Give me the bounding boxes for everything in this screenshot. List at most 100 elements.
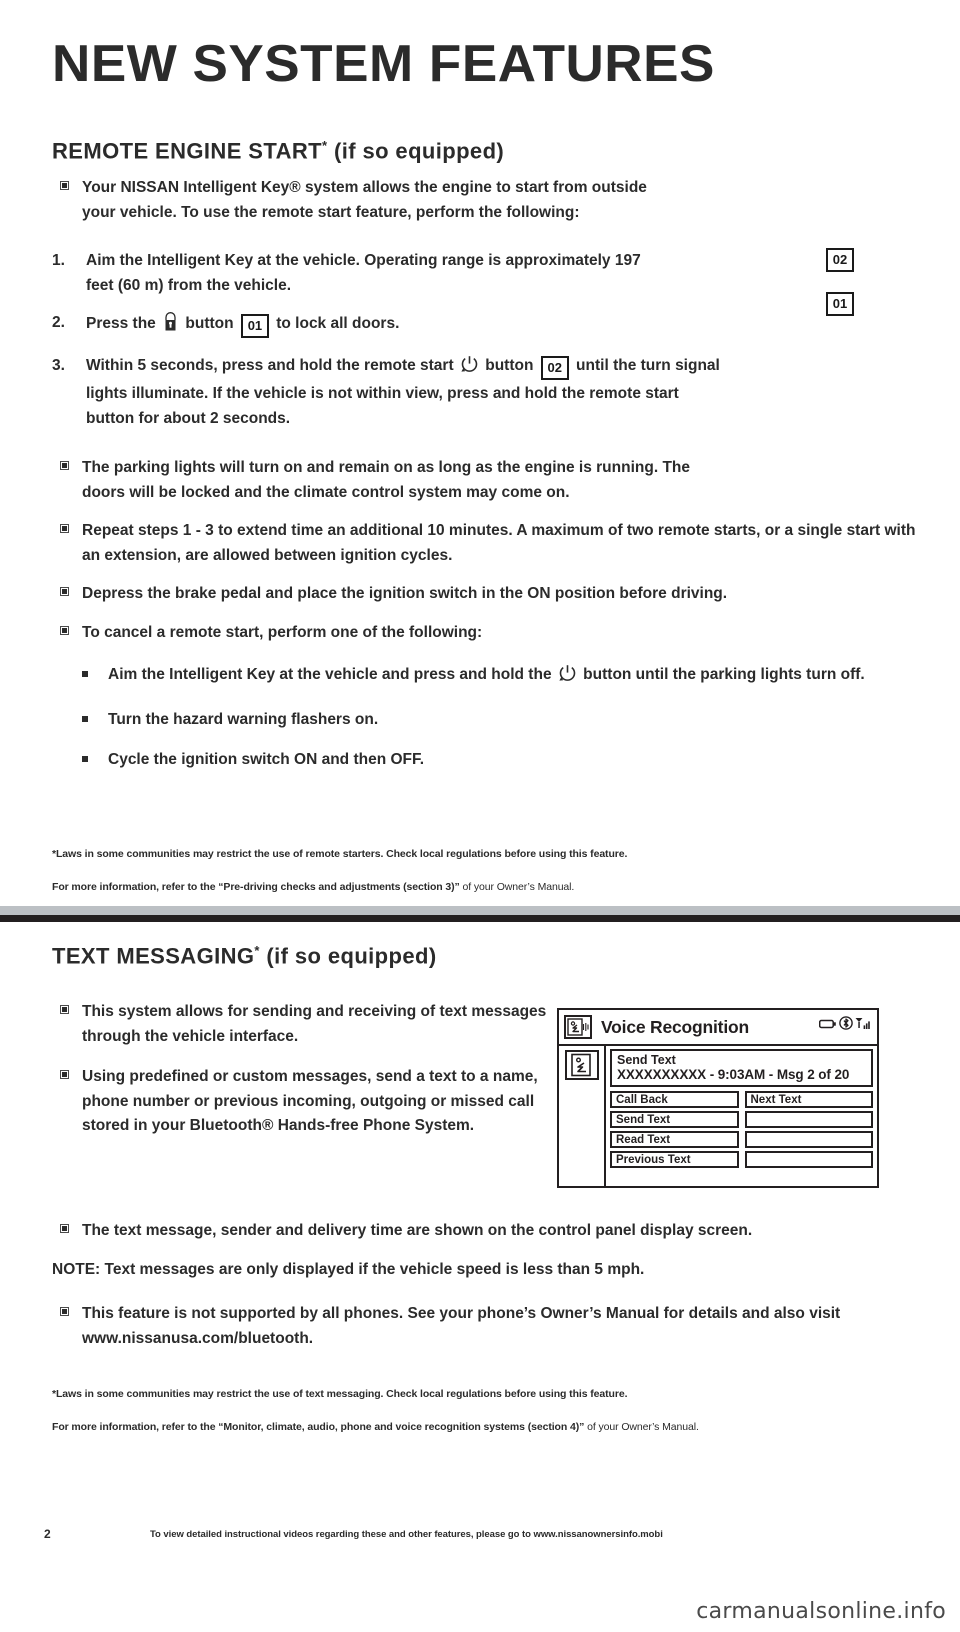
bullet-intro: Your NISSAN Intelligent Key® system allo… bbox=[52, 176, 672, 225]
bluetooth-url: www.nissanusa.com/bluetooth. bbox=[82, 1329, 314, 1347]
footnote-suffix: of your Owner’s Manual. bbox=[584, 1421, 699, 1433]
section2-footnote-more-info: For more information, refer to the “Moni… bbox=[52, 1419, 842, 1435]
section1-heading-text: REMOTE ENGINE START bbox=[52, 138, 322, 164]
bullet-text: To cancel a remote start, perform one of… bbox=[82, 623, 483, 641]
screen-title: Voice Recognition bbox=[601, 1016, 749, 1037]
page-number: 2 bbox=[44, 1527, 51, 1541]
callout-badge-02-margin: 02 bbox=[826, 248, 854, 272]
bullet-not-supported: This feature is not supported by all pho… bbox=[52, 1302, 902, 1351]
bullet-brake-pedal: Depress the brake pedal and place the ig… bbox=[52, 582, 927, 607]
watermark: carmanualsonline.info bbox=[696, 1599, 946, 1624]
callout-badge-01-margin: 01 bbox=[826, 292, 854, 316]
bluetooth-icon bbox=[839, 1016, 853, 1035]
section2-body: This system allows for sending and recei… bbox=[52, 1000, 552, 1153]
control-panel-display-screen: Voice Recognition Send Text XXXXXXXXXX -… bbox=[557, 1008, 879, 1188]
bullet-text: Depress the brake pedal and place the ig… bbox=[82, 585, 728, 602]
step-3-number: 3. bbox=[52, 356, 65, 374]
screen-button-empty-3[interactable] bbox=[744, 1131, 873, 1148]
screen-button-grid: Call Back Next Text Send Text Read Text … bbox=[610, 1091, 873, 1168]
footnote-prefix: For more information, refer to the bbox=[52, 1421, 219, 1433]
bullet-text-shown: The text message, sender and delivery ti… bbox=[52, 1219, 902, 1244]
bullet-text-a: This feature is not supported by all pho… bbox=[82, 1305, 841, 1322]
bullet-text: This system allows for sending and recei… bbox=[82, 1003, 547, 1045]
small-square-bullet-icon bbox=[82, 671, 88, 677]
voice-head-icon bbox=[564, 1015, 592, 1039]
square-bullet-icon bbox=[60, 1307, 69, 1316]
screen-button-empty-4[interactable] bbox=[744, 1151, 873, 1168]
step-2-text-c: to lock all doors. bbox=[271, 315, 400, 332]
step-2-text-a: Press the bbox=[86, 315, 161, 332]
signal-icon bbox=[855, 1017, 871, 1035]
section2-footnote-laws: *Laws in some communities may restrict t… bbox=[52, 1388, 628, 1400]
footnote-prefix: For more information, refer to the bbox=[52, 881, 219, 893]
divider-dark bbox=[0, 915, 960, 922]
bullet-text: Repeat steps 1 - 3 to extend time an add… bbox=[82, 522, 916, 564]
section-heading-text-messaging: TEXT MESSAGING* (if so equipped) bbox=[52, 943, 437, 969]
section-heading-remote-engine-start: REMOTE ENGINE START* (if so equipped) bbox=[52, 138, 504, 164]
square-bullet-icon bbox=[60, 1070, 69, 1079]
bullet-predefined-messages: Using predefined or custom messages, sen… bbox=[52, 1065, 552, 1139]
square-bullet-icon bbox=[60, 181, 69, 190]
section1-footnote-more-info: For more information, refer to the “Pre-… bbox=[52, 879, 902, 895]
square-bullet-icon bbox=[60, 625, 69, 635]
footnote-reference: “Pre-driving checks and adjustments (sec… bbox=[218, 881, 460, 893]
screen-button-send-text[interactable]: Send Text bbox=[610, 1111, 739, 1128]
bullet-text: The parking lights will turn on and rema… bbox=[82, 459, 690, 501]
footer-instructional-note: To view detailed instructional videos re… bbox=[150, 1529, 663, 1540]
subbullet-hazard-flashers: Turn the hazard warning flashers on. bbox=[74, 708, 933, 733]
callout-badge-01-inline: 01 bbox=[240, 314, 269, 338]
bullet-text: The text message, sender and delivery ti… bbox=[82, 1222, 753, 1239]
screen-button-previous-text[interactable]: Previous Text bbox=[610, 1151, 739, 1168]
battery-icon bbox=[818, 1017, 837, 1035]
step-3-text-a: Within 5 seconds, press and hold the rem… bbox=[86, 356, 458, 374]
bullet-text: Using predefined or custom messages, sen… bbox=[82, 1068, 538, 1134]
screen-left-column bbox=[559, 1046, 606, 1188]
section1-heading-suffix: (if so equipped) bbox=[327, 138, 505, 164]
step-3: 3. Within 5 seconds, press and hold the … bbox=[52, 354, 726, 432]
subbullet-text-b: button until the parking lights turn off… bbox=[578, 666, 865, 683]
screen-button-read-text[interactable]: Read Text bbox=[610, 1131, 739, 1148]
step-1-number: 1. bbox=[52, 252, 65, 269]
step-3-text-b: button bbox=[480, 356, 538, 374]
note-speed: NOTE: Text messages are only displayed i… bbox=[52, 1260, 645, 1278]
intro-text: Your NISSAN Intelligent Key® system allo… bbox=[82, 179, 647, 221]
step-1-text: Aim the Intelligent Key at the vehicle. … bbox=[86, 252, 641, 294]
remote-start-icon bbox=[460, 355, 479, 383]
remote-start-icon bbox=[558, 664, 577, 692]
screen-button-call-back[interactable]: Call Back bbox=[610, 1091, 739, 1108]
subbullet-text: Turn the hazard warning flashers on. bbox=[108, 710, 379, 728]
bullet-system-allows: This system allows for sending and recei… bbox=[52, 1000, 552, 1049]
screen-header: Voice Recognition bbox=[559, 1010, 877, 1046]
section1-body: Your NISSAN Intelligent Key® system allo… bbox=[52, 176, 915, 786]
small-square-bullet-icon bbox=[82, 756, 88, 762]
subbullet-text: Cycle the ignition switch ON and then OF… bbox=[108, 751, 425, 768]
status-icons bbox=[818, 1016, 871, 1035]
bullet-parking-lights: The parking lights will turn on and rema… bbox=[52, 456, 702, 505]
small-square-bullet-icon bbox=[82, 715, 88, 722]
step-2-text-b: button bbox=[181, 315, 238, 332]
message-head-icon bbox=[564, 1050, 599, 1080]
subbullet-cycle-ignition: Cycle the ignition switch ON and then OF… bbox=[74, 748, 933, 773]
step-1: 1. Aim the Intelligent Key at the vehicl… bbox=[52, 249, 672, 298]
subbullet-text-a: Aim the Intelligent Key at the vehicle a… bbox=[108, 666, 556, 683]
divider-gray bbox=[0, 906, 960, 915]
step-2: 2. Press the button 01 to lock all doors… bbox=[52, 311, 672, 341]
callout-badge-02-inline: 02 bbox=[540, 355, 569, 380]
message-info-box: Send Text XXXXXXXXXX - 9:03AM - Msg 2 of… bbox=[610, 1049, 873, 1087]
section2-body-2: The text message, sender and delivery ti… bbox=[52, 1219, 902, 1365]
square-bullet-icon bbox=[60, 1005, 69, 1014]
screen-button-empty-2[interactable] bbox=[744, 1111, 873, 1128]
subbullet-aim-key: Aim the Intelligent Key at the vehicle a… bbox=[74, 663, 933, 692]
lock-icon bbox=[162, 311, 179, 341]
section2-heading-suffix: (if so equipped) bbox=[259, 943, 437, 969]
screen-body: Send Text XXXXXXXXXX - 9:03AM - Msg 2 of… bbox=[559, 1046, 877, 1188]
square-bullet-icon bbox=[60, 587, 69, 596]
section1-footnote-laws: *Laws in some communities may restrict t… bbox=[52, 848, 628, 860]
message-line-1: Send Text bbox=[617, 1053, 676, 1067]
screen-button-next-text[interactable]: Next Text bbox=[744, 1091, 873, 1108]
footnote-suffix: of your Owner’s Manual. bbox=[459, 881, 575, 893]
square-bullet-icon bbox=[60, 461, 69, 470]
page-title: NEW SYSTEM FEATURES bbox=[52, 35, 715, 93]
screen-right-column: Send Text XXXXXXXXXX - 9:03AM - Msg 2 of… bbox=[606, 1046, 877, 1188]
message-line-2: XXXXXXXXXX - 9:03AM - Msg 2 of 20 bbox=[617, 1066, 850, 1082]
